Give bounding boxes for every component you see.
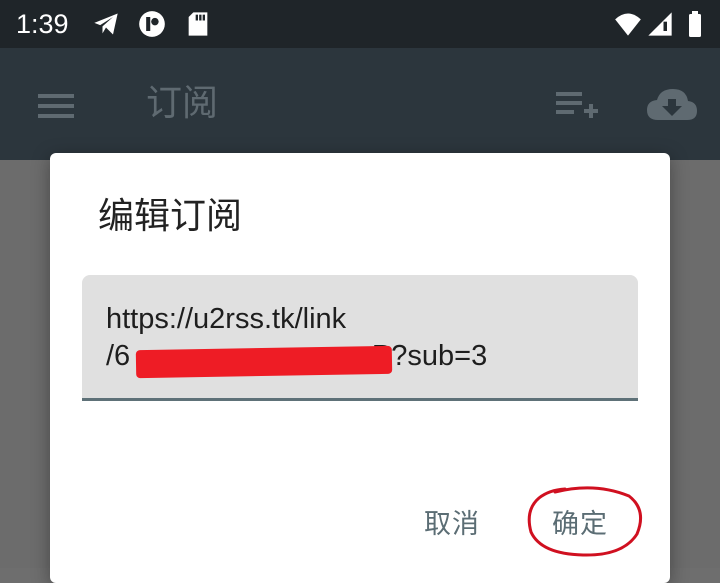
cloud-download-icon[interactable] [646,86,698,122]
menu-icon[interactable] [36,91,76,121]
confirm-button[interactable]: 确定 [552,497,608,553]
app-notification-icon [139,11,165,37]
app-bar: 订阅 [0,48,720,160]
dialog-title: 编辑订阅 [98,196,243,237]
edit-subscription-dialog: 编辑订阅 https://u2rss.tk/link /6 P?sub=3 取消… [50,153,670,583]
app-title: 订阅 [146,83,219,124]
subscription-url-input[interactable]: https://u2rss.tk/link /6 P?sub=3 [82,275,638,401]
telegram-icon [94,13,118,35]
redaction-mark [135,345,393,379]
battery-icon [689,11,701,37]
status-bar: 1:39 [0,0,720,48]
sd-card-icon [188,12,208,36]
playlist-add-icon[interactable] [554,90,598,122]
wifi-icon [615,13,641,36]
cancel-button[interactable]: 取消 [424,497,480,553]
signal-icon [648,12,672,36]
status-time: 1:39 [16,9,69,39]
